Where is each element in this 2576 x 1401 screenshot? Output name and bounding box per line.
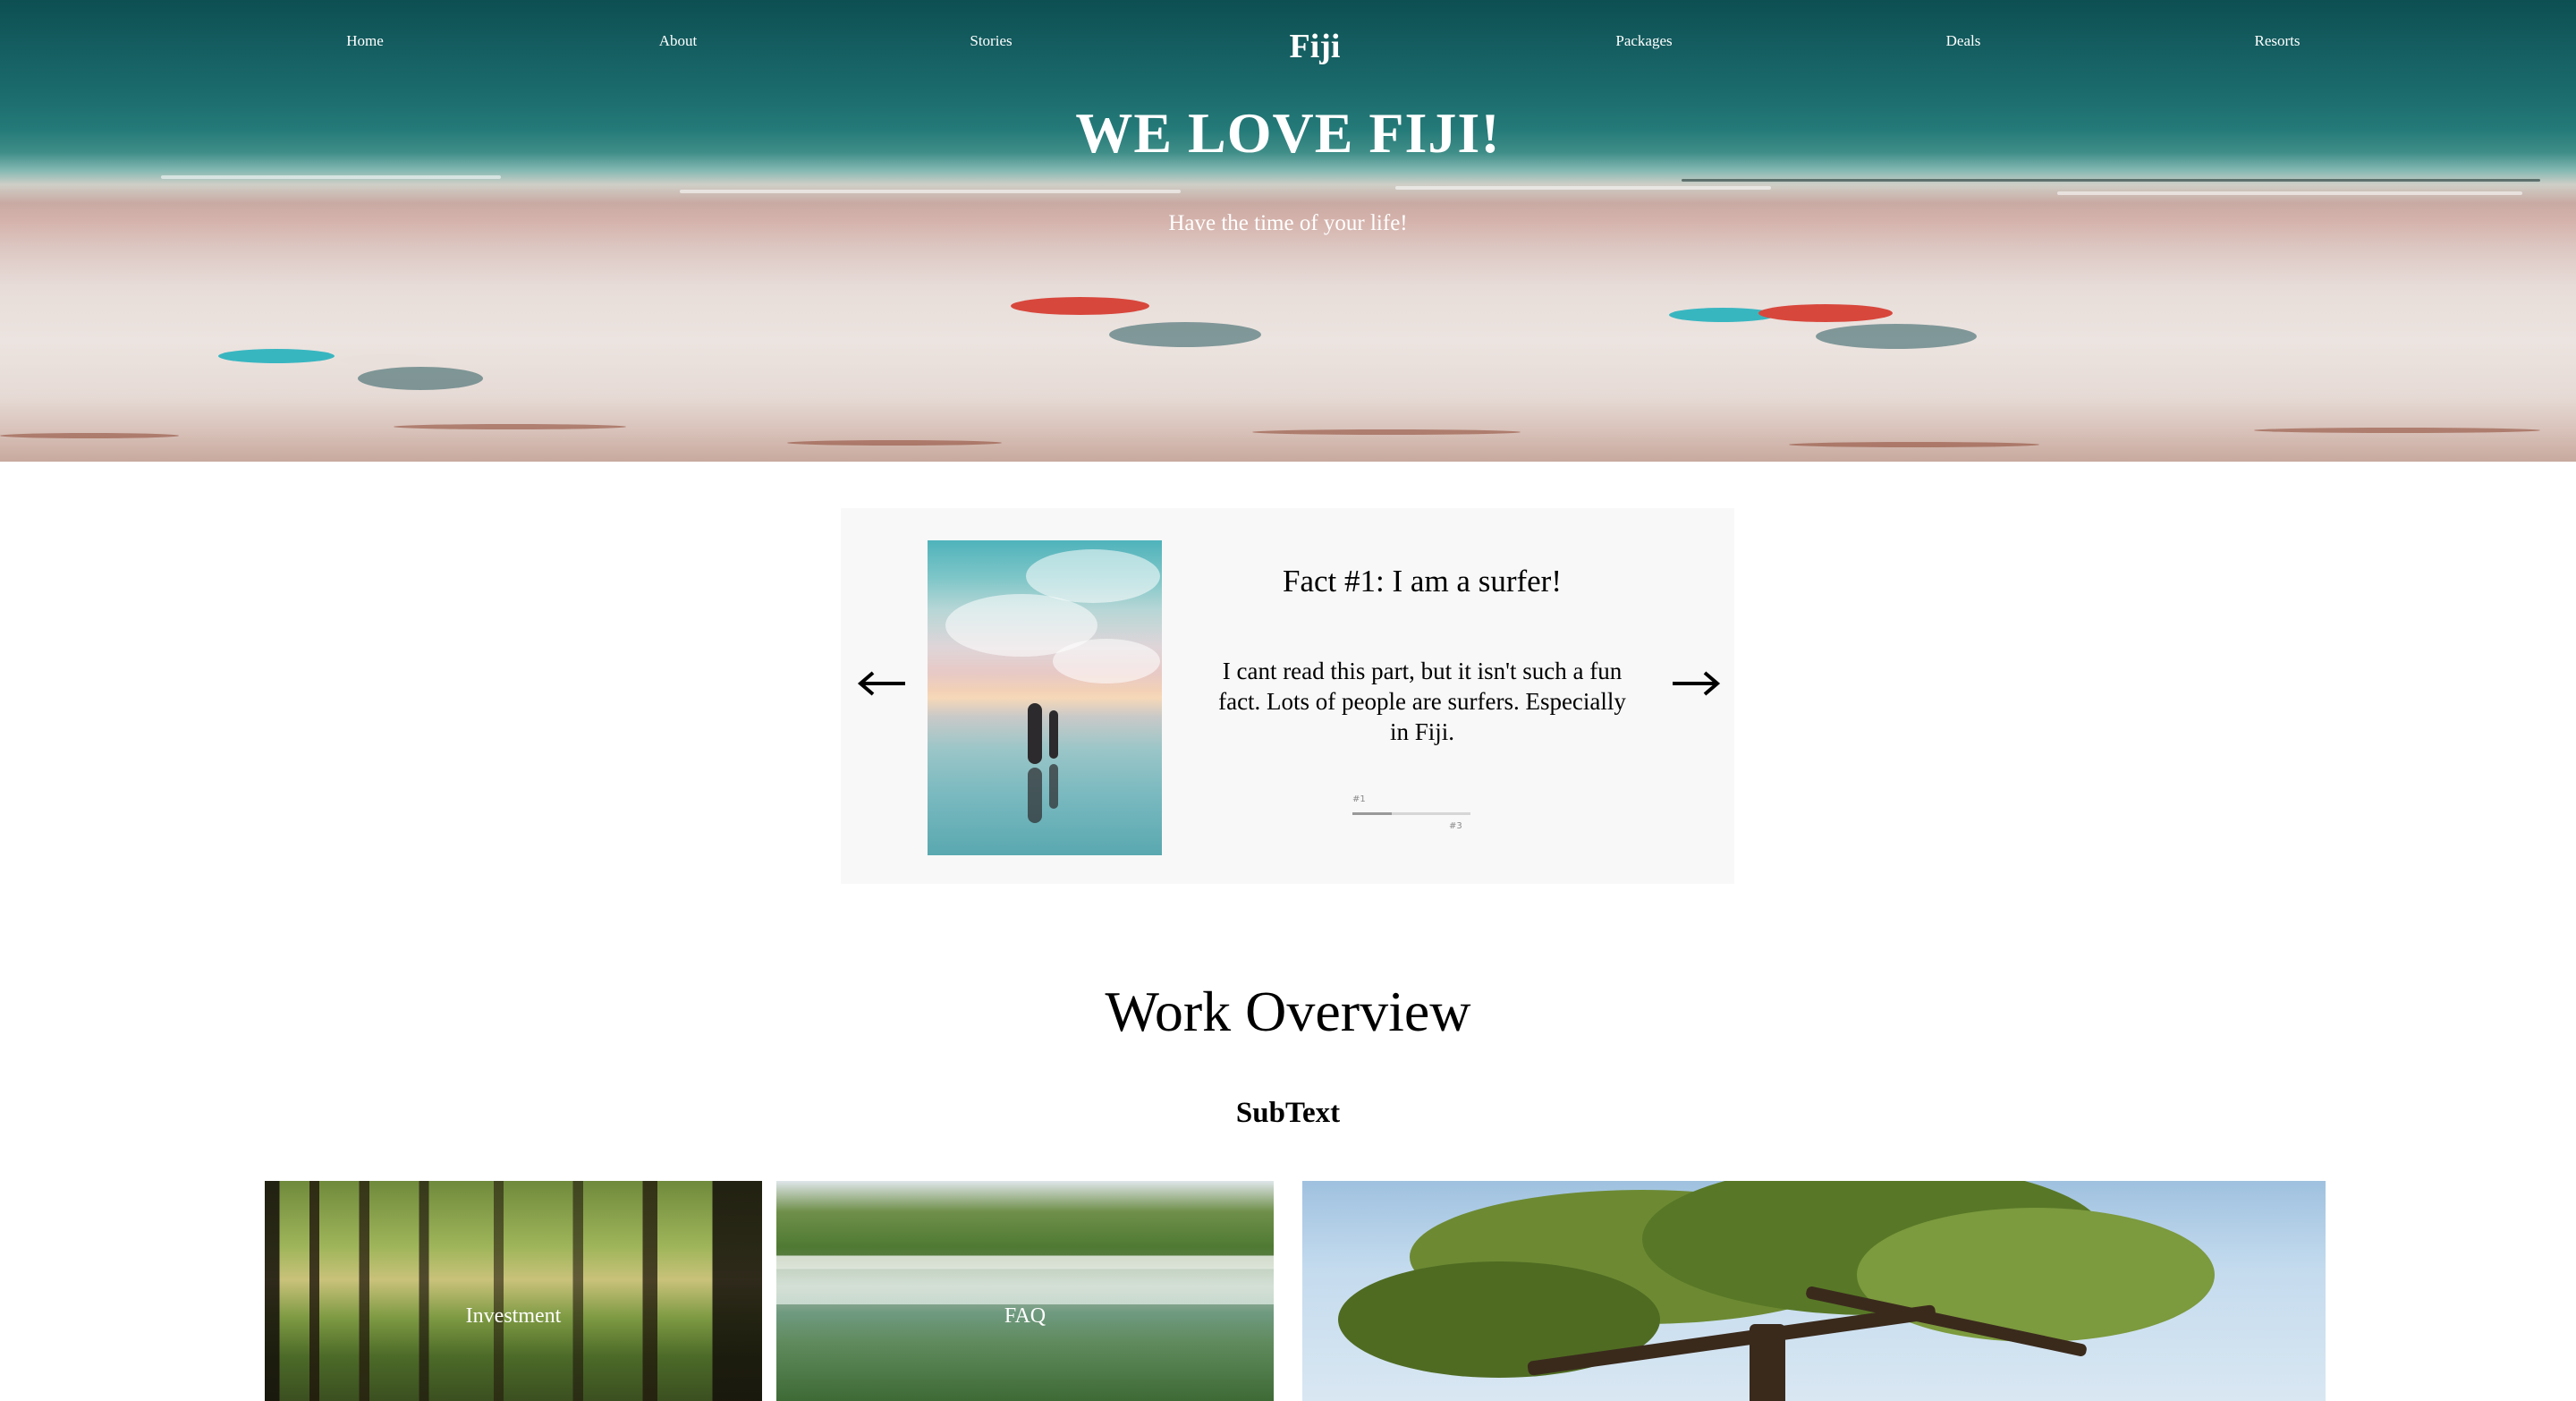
nav-deals[interactable]: Deals: [1946, 32, 1981, 50]
tile-tree-image[interactable]: [1302, 1181, 2326, 1401]
beach-towel: [340, 354, 438, 367]
tile-label: Investment: [465, 1304, 562, 1328]
hero-seaweed: [787, 440, 1002, 446]
nav-about[interactable]: About: [659, 32, 698, 50]
surfer: [1049, 710, 1058, 759]
hero-title: WE LOVE FIJI!: [1075, 101, 1501, 165]
nav-stories[interactable]: Stories: [970, 32, 1012, 50]
fact-slider: Fact #1: I am a surfer! I cant read this…: [841, 508, 1734, 884]
slider-prev-button[interactable]: [855, 666, 909, 701]
surfer-reflection: [1028, 768, 1042, 823]
section-title: Work Overview: [1105, 980, 1471, 1043]
hero-seaweed: [1252, 429, 1521, 435]
photo-cloud: [1053, 639, 1160, 684]
beach-umbrella: [1758, 304, 1893, 322]
hero-banner: Home About Stories Fiji Packages Deals R…: [0, 0, 2576, 462]
main-nav: Home About Stories Fiji Packages Deals R…: [0, 27, 2576, 81]
hero-shoreline: [1682, 179, 2540, 182]
slide-text: I cant read this part, but it isn't such…: [1218, 658, 1626, 745]
arrow-left-icon: [857, 671, 905, 696]
tree-trunk: [1750, 1324, 1785, 1401]
tile-investment[interactable]: Investment: [265, 1181, 762, 1401]
slider-next-button[interactable]: [1669, 666, 1723, 701]
section-subtitle: SubText: [1235, 1097, 1341, 1129]
slide-progress: #1 #3: [1352, 793, 1496, 834]
hero-seaweed: [394, 424, 626, 429]
beach-umbrella: [218, 349, 335, 363]
beach-umbrella: [1011, 297, 1149, 315]
umbrella-shadow: [1109, 322, 1261, 347]
nav-packages[interactable]: Packages: [1615, 32, 1672, 50]
umbrella-shadow: [358, 367, 483, 390]
hero-wave: [1395, 186, 1771, 190]
nav-resorts[interactable]: Resorts: [2255, 32, 2301, 50]
hero-wave: [161, 175, 501, 179]
hero-seaweed: [0, 433, 179, 438]
arrow-right-icon: [1673, 671, 1721, 696]
hero-seaweed: [1789, 442, 2039, 447]
surfer-photo: [928, 540, 1162, 855]
hero-wave: [2057, 191, 2522, 195]
nav-home[interactable]: Home: [346, 32, 384, 50]
progress-fill: [1352, 812, 1392, 815]
site-logo[interactable]: Fiji: [1290, 27, 1341, 66]
progress-total: #3: [1449, 821, 1462, 831]
hero-seaweed: [2254, 428, 2540, 433]
tile-faq[interactable]: FAQ: [776, 1181, 1274, 1401]
tile-label: FAQ: [1004, 1304, 1046, 1328]
hero-wave: [680, 190, 1181, 193]
hero-subtitle: Have the time of your life!: [1168, 211, 1408, 235]
surfer-reflection: [1049, 764, 1058, 809]
progress-track: [1352, 812, 1470, 815]
surfboard: [1028, 703, 1042, 764]
umbrella-shadow: [1816, 324, 1977, 349]
progress-current: #1: [1352, 794, 1366, 804]
slide-title: Fact #1: I am a surfer!: [1283, 564, 1562, 599]
